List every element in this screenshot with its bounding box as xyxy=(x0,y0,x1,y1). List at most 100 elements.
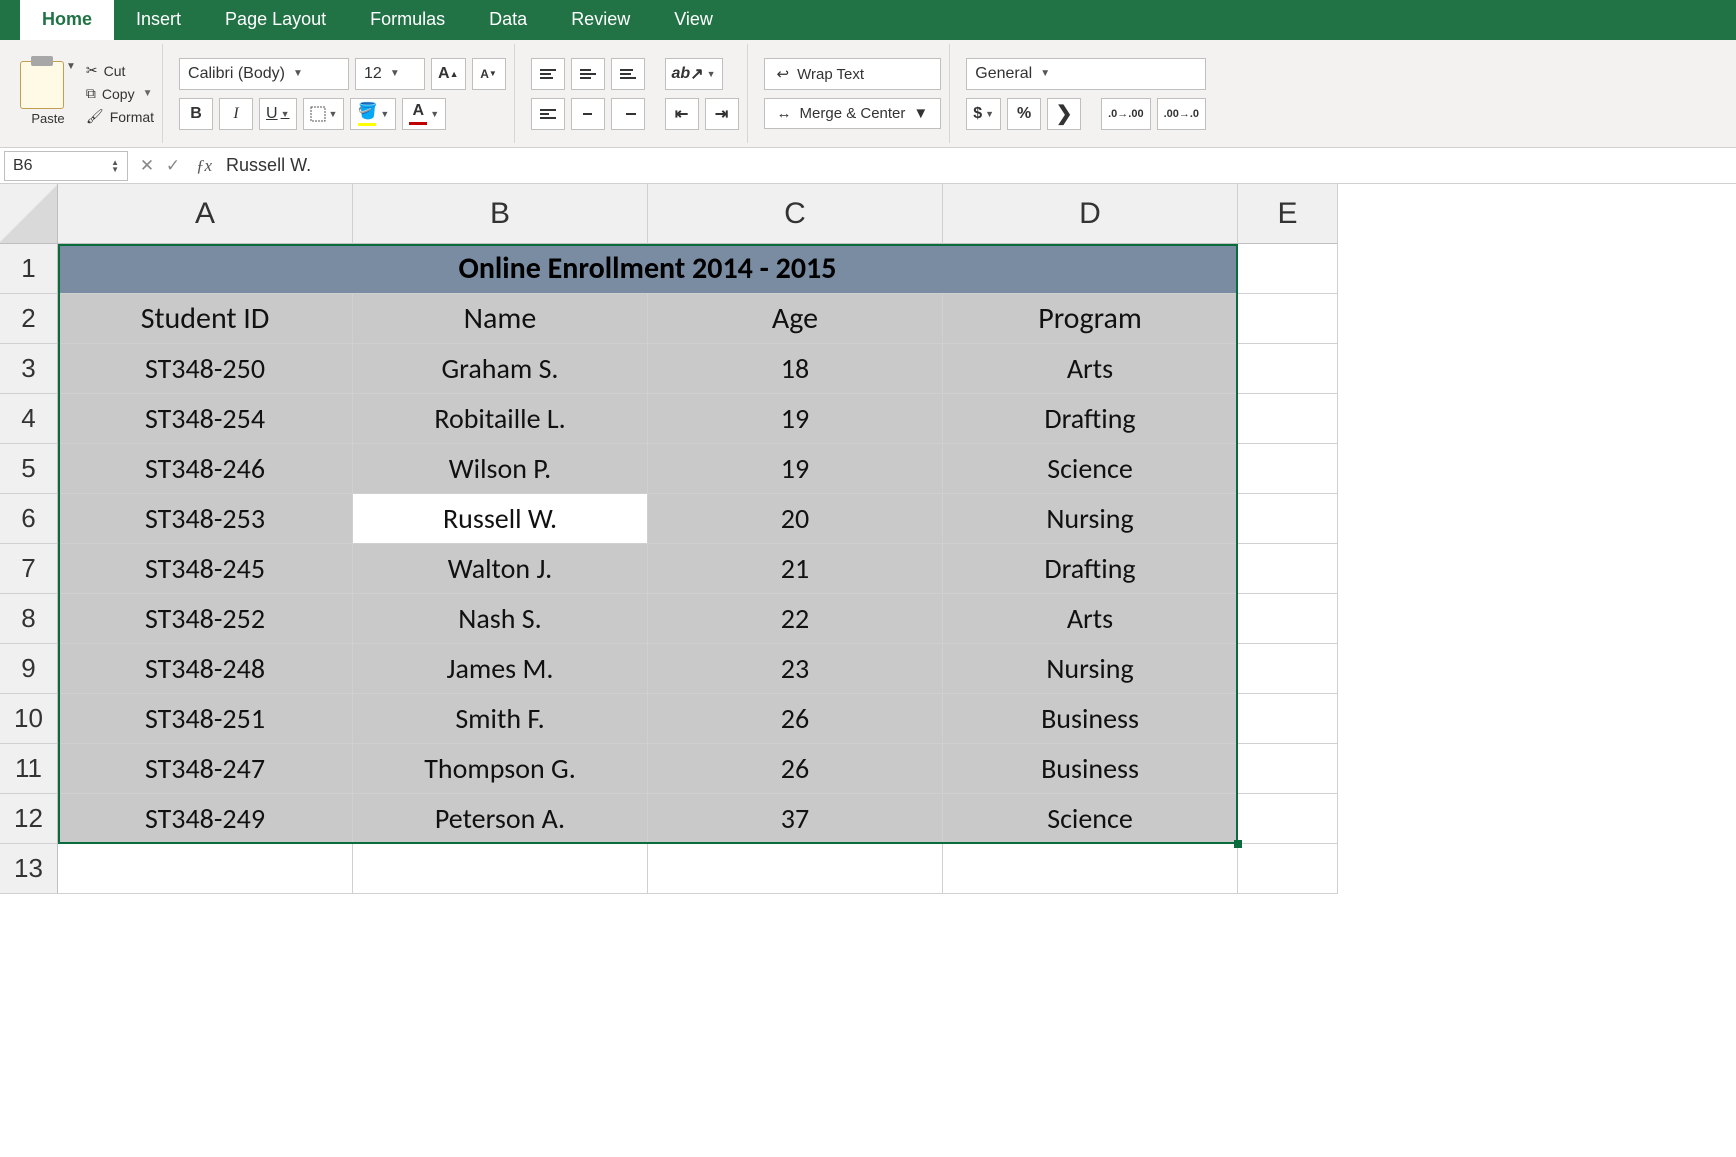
decrease-indent-button[interactable]: ⇤ xyxy=(665,98,699,130)
cell-a10[interactable]: ST348-251 xyxy=(58,694,353,744)
align-middle-button[interactable] xyxy=(571,58,605,90)
cell-d7[interactable]: Drafting xyxy=(943,544,1238,594)
fill-color-button[interactable]: 🪣 ▼ xyxy=(350,98,396,130)
cell-c6[interactable]: 20 xyxy=(648,494,943,544)
cell-d12[interactable]: Science xyxy=(943,794,1238,844)
paste-button[interactable]: ▼ xyxy=(20,61,76,109)
cell-d8[interactable]: Arts xyxy=(943,594,1238,644)
cell-c3[interactable]: 18 xyxy=(648,344,943,394)
tab-view[interactable]: View xyxy=(652,0,735,40)
cell-a8[interactable]: ST348-252 xyxy=(58,594,353,644)
increase-decimal-button[interactable]: .0→.00 xyxy=(1101,98,1150,130)
cell-d3[interactable]: Arts xyxy=(943,344,1238,394)
cell-c5[interactable]: 19 xyxy=(648,444,943,494)
cell-a9[interactable]: ST348-248 xyxy=(58,644,353,694)
tab-data[interactable]: Data xyxy=(467,0,549,40)
cell-e12[interactable] xyxy=(1238,794,1338,844)
align-right-button[interactable] xyxy=(611,98,645,130)
cut-button[interactable]: ✂ Cut xyxy=(86,62,154,79)
cell-e11[interactable] xyxy=(1238,744,1338,794)
cell-d9[interactable]: Nursing xyxy=(943,644,1238,694)
row-header-5[interactable]: 5 xyxy=(0,444,58,494)
cell-a12[interactable]: ST348-249 xyxy=(58,794,353,844)
row-header-11[interactable]: 11 xyxy=(0,744,58,794)
formula-input[interactable]: Russell W. xyxy=(222,155,1736,176)
row-header-4[interactable]: 4 xyxy=(0,394,58,444)
cell-d4[interactable]: Drafting xyxy=(943,394,1238,444)
cell-a1-title[interactable]: Online Enrollment 2014 - 2015 xyxy=(58,244,1238,294)
row-header-7[interactable]: 7 xyxy=(0,544,58,594)
cell-d11[interactable]: Business xyxy=(943,744,1238,794)
merge-center-button[interactable]: ↔ Merge & Center ▼ xyxy=(764,98,942,129)
select-all-corner[interactable] xyxy=(0,184,58,244)
fx-icon[interactable]: ƒx xyxy=(196,156,212,176)
col-header-c[interactable]: C xyxy=(648,184,943,244)
orientation-button[interactable]: ab↗▼ xyxy=(665,58,723,90)
cell-c2[interactable]: Age xyxy=(648,294,943,344)
cell-a2[interactable]: Student ID xyxy=(58,294,353,344)
confirm-button[interactable]: ✓ xyxy=(160,156,186,176)
cell-e2[interactable] xyxy=(1238,294,1338,344)
col-header-a[interactable]: A xyxy=(58,184,353,244)
cell-b8[interactable]: Nash S. xyxy=(353,594,648,644)
cell-d2[interactable]: Program xyxy=(943,294,1238,344)
tab-page-layout[interactable]: Page Layout xyxy=(203,0,348,40)
cell-e1[interactable] xyxy=(1238,244,1338,294)
comma-style-button[interactable]: ❯ xyxy=(1047,98,1081,130)
row-header-2[interactable]: 2 xyxy=(0,294,58,344)
cell-d5[interactable]: Science xyxy=(943,444,1238,494)
row-header-10[interactable]: 10 xyxy=(0,694,58,744)
tab-insert[interactable]: Insert xyxy=(114,0,203,40)
align-top-button[interactable] xyxy=(531,58,565,90)
cell-e13[interactable] xyxy=(1238,844,1338,894)
cell-c9[interactable]: 23 xyxy=(648,644,943,694)
cell-c11[interactable]: 26 xyxy=(648,744,943,794)
cell-a11[interactable]: ST348-247 xyxy=(58,744,353,794)
row-header-12[interactable]: 12 xyxy=(0,794,58,844)
bold-button[interactable]: B xyxy=(179,98,213,130)
cell-c10[interactable]: 26 xyxy=(648,694,943,744)
cell-a13[interactable] xyxy=(58,844,353,894)
cell-d13[interactable] xyxy=(943,844,1238,894)
cell-a4[interactable]: ST348-254 xyxy=(58,394,353,444)
increase-font-button[interactable]: A▲ xyxy=(431,58,465,90)
chevron-down-icon[interactable]: ▼ xyxy=(143,88,153,99)
format-painter-button[interactable]: 🖌 Format xyxy=(86,108,154,125)
cancel-button[interactable]: ✕ xyxy=(134,156,160,176)
decrease-font-button[interactable]: A▼ xyxy=(472,58,506,90)
col-header-d[interactable]: D xyxy=(943,184,1238,244)
col-header-e[interactable]: E xyxy=(1238,184,1338,244)
font-color-button[interactable]: A ▼ xyxy=(402,98,446,130)
name-box[interactable]: B6 ▲▼ xyxy=(4,151,128,181)
italic-button[interactable]: I xyxy=(219,98,253,130)
cell-c13[interactable] xyxy=(648,844,943,894)
cell-e8[interactable] xyxy=(1238,594,1338,644)
cell-b13[interactable] xyxy=(353,844,648,894)
cell-e10[interactable] xyxy=(1238,694,1338,744)
cell-e5[interactable] xyxy=(1238,444,1338,494)
currency-button[interactable]: $▼ xyxy=(966,98,1001,130)
decrease-decimal-button[interactable]: .00→.0 xyxy=(1157,98,1206,130)
cell-e9[interactable] xyxy=(1238,644,1338,694)
cell-c7[interactable]: 21 xyxy=(648,544,943,594)
underline-button[interactable]: U▼ xyxy=(259,98,296,130)
cell-e3[interactable] xyxy=(1238,344,1338,394)
cell-a7[interactable]: ST348-245 xyxy=(58,544,353,594)
row-header-9[interactable]: 9 xyxy=(0,644,58,694)
copy-button[interactable]: ⧉ Copy ▼ xyxy=(86,85,154,102)
cell-e7[interactable] xyxy=(1238,544,1338,594)
cell-a3[interactable]: ST348-250 xyxy=(58,344,353,394)
align-center-button[interactable] xyxy=(571,98,605,130)
cell-b10[interactable]: Smith F. xyxy=(353,694,648,744)
row-header-6[interactable]: 6 xyxy=(0,494,58,544)
name-box-spinner[interactable]: ▲▼ xyxy=(111,159,119,173)
tab-formulas[interactable]: Formulas xyxy=(348,0,467,40)
cell-b9[interactable]: James M. xyxy=(353,644,648,694)
cell-c8[interactable]: 22 xyxy=(648,594,943,644)
cell-b7[interactable]: Walton J. xyxy=(353,544,648,594)
number-format-select[interactable]: General ▼ xyxy=(966,58,1206,90)
row-header-13[interactable]: 13 xyxy=(0,844,58,894)
increase-indent-button[interactable]: ⇥ xyxy=(705,98,739,130)
cell-d6[interactable]: Nursing xyxy=(943,494,1238,544)
font-name-select[interactable]: Calibri (Body) ▼ xyxy=(179,58,349,90)
